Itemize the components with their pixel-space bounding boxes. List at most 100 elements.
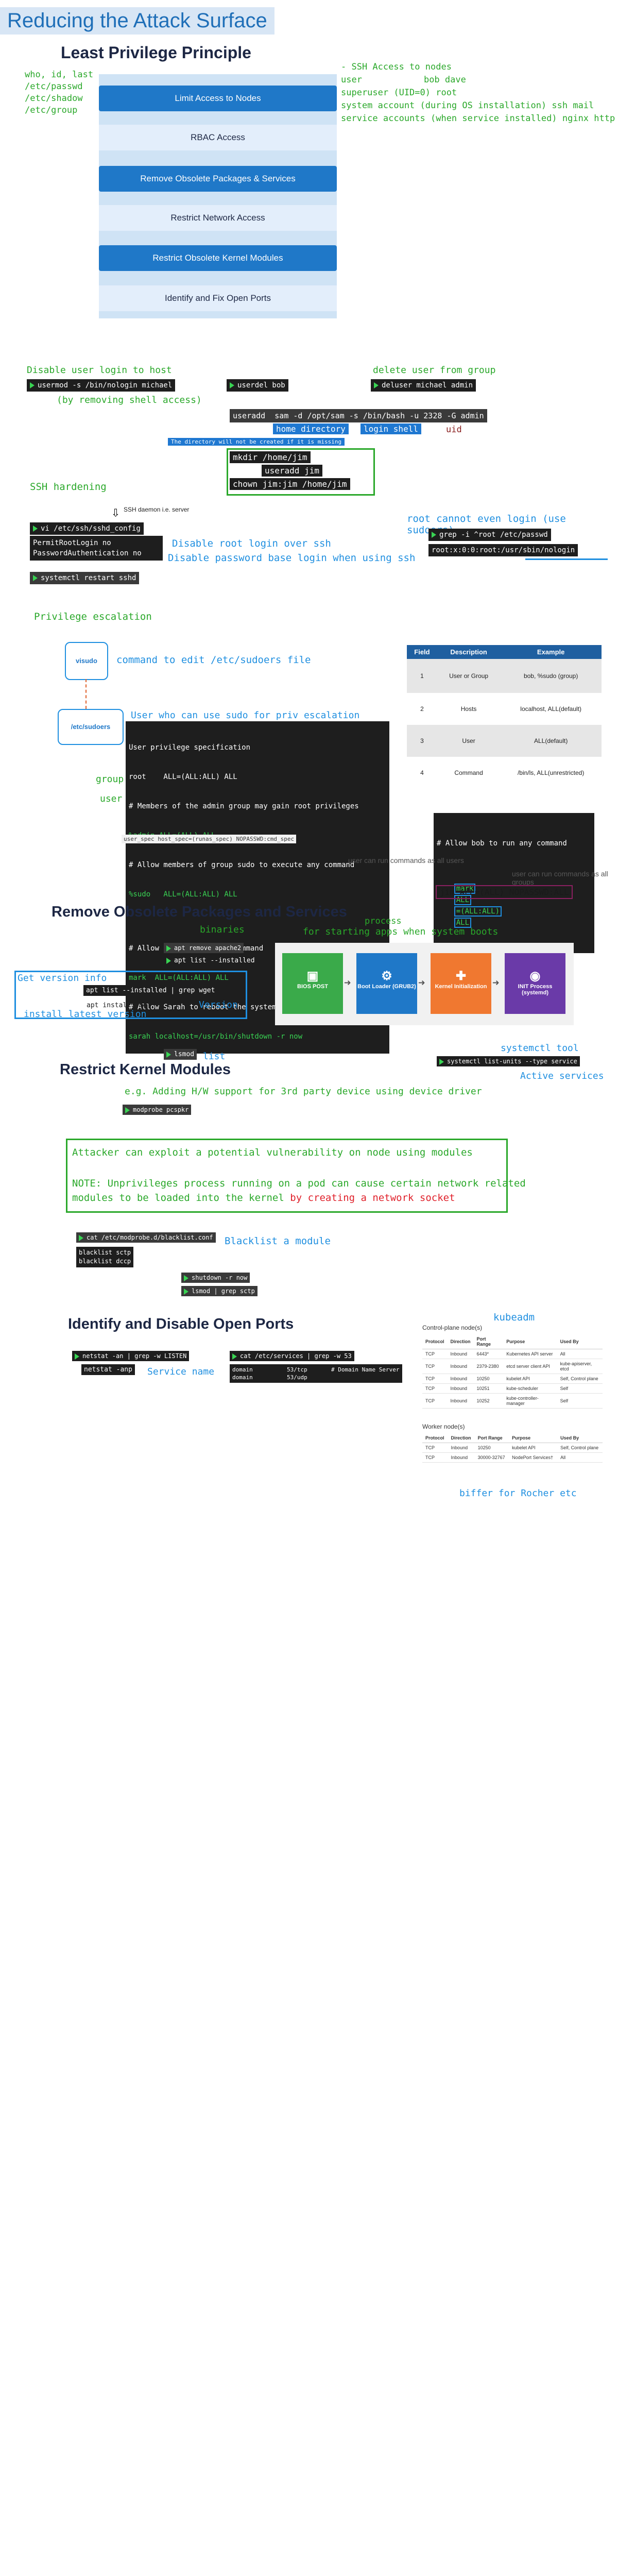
visudo-icon: visudo (65, 642, 108, 680)
td: 10250 (474, 1443, 509, 1453)
th: Example (500, 645, 602, 659)
td: etcd server client API (503, 1359, 557, 1374)
play-icon (232, 1353, 237, 1360)
play-icon (75, 1353, 79, 1360)
grep-wget-command: apt list --installed | grep wget (83, 985, 218, 996)
apt-list-command: apt list --installed (164, 955, 258, 966)
td: All (557, 1452, 603, 1463)
uid-label: uid (446, 425, 462, 435)
sudo-note: User who can use sudo for priv escalatio… (131, 710, 360, 721)
th: Port Range (474, 1433, 509, 1443)
useradd-jim-command: useradd jim (262, 465, 322, 477)
all-groups-note: user can run commands as all groups (512, 870, 608, 886)
stack-kernel[interactable]: Restrict Obsolete Kernel Modules (99, 245, 337, 271)
page-title: Reducing the Attack Surface (0, 7, 274, 35)
td: Self (557, 1393, 603, 1409)
sudoers-line: %sudo ALL=(ALL:ALL) ALL (129, 890, 237, 899)
td: 3 (407, 725, 437, 757)
install-latest-label: install latest version (24, 1009, 147, 1020)
td: kube-controller-manager (503, 1393, 557, 1409)
gear-icon: ⚙ (381, 969, 392, 983)
ssh-note: service accounts (when service installed… (341, 113, 615, 124)
lp-heading: Least Privilege Principle (61, 43, 251, 62)
usermod-command: usermod -s /bin/nologin michael (27, 379, 176, 392)
arrow-right-icon: ➜ (492, 977, 500, 990)
chown-command: chown jim:jim /home/jim (230, 478, 350, 490)
deluser-command: deluser michael admin (371, 379, 476, 392)
td: kube-apiserver, etcd (557, 1359, 603, 1374)
td: Hosts (460, 705, 477, 713)
arrow-right-icon: ➜ (344, 977, 351, 990)
login-shell-label: login shell (360, 423, 421, 434)
ssh-note-root: Disable root login over ssh (172, 538, 331, 549)
td: TCP (422, 1359, 448, 1374)
lp-files: who, id, last /etc/passwd /etc/shadow /e… (25, 69, 93, 116)
th: Port Range (473, 1334, 504, 1349)
boot-step-grub: ⚙ Boot Loader (GRUB2) (356, 953, 417, 1014)
td: Inbound (447, 1393, 474, 1409)
th: Field (407, 645, 437, 659)
lp-file: /etc/group (25, 105, 78, 115)
sudoers-line: root ALL=(ALL:ALL) ALL (129, 773, 237, 781)
active-services-label: Active services (520, 1071, 604, 1081)
list-units-command: systemctl list-units --type service (437, 1056, 580, 1066)
play-icon (33, 526, 38, 532)
config-line: PermitRootLogin no (33, 539, 111, 547)
boot-note: for starting apps when system boots (303, 926, 499, 937)
restart-sshd-command: systemctl restart sshd (30, 572, 140, 584)
td: 2 (420, 705, 424, 713)
allow-part-runas: =(ALL:ALL) (454, 906, 502, 917)
process-icon: ◉ (529, 969, 541, 983)
lp-file: /etc/shadow (25, 93, 83, 104)
th: Protocol (422, 1433, 448, 1443)
services-command: cat /etc/services | grep -w 53 (230, 1351, 354, 1361)
td: Inbound (448, 1443, 475, 1453)
play-icon (432, 532, 436, 538)
sudoers-line: # Allow members of group sudo to execute… (129, 861, 355, 869)
blacklist-line: blacklist dccp (79, 1258, 131, 1265)
kubeadm-label: kubeadm (493, 1312, 535, 1323)
td: 6443* (473, 1349, 504, 1359)
td: TCP (422, 1349, 448, 1359)
attack-note-1: Attacker can exploit a potential vulnera… (72, 1147, 473, 1158)
services-line: domain 53/tcp # Domain Name Server (232, 1366, 400, 1373)
td: 30000-32767 (474, 1452, 509, 1463)
jim-sudo-line: jim ALL=(ALL) NOPASSWD:ALL (436, 885, 573, 899)
config-line: PasswordAuthentication no (33, 549, 142, 557)
worker-port-table: Protocol Direction Port Range Purpose Used B… (422, 1433, 603, 1463)
security-stack: Limit Access to Nodes RBAC Access Remove… (99, 74, 337, 318)
stack-rbac[interactable]: RBAC Access (99, 125, 337, 150)
td: 10252 (473, 1393, 504, 1409)
kernel-heading: Restrict Kernel Modules (60, 1061, 231, 1078)
ssh-note: - SSH Access to nodes (341, 62, 452, 72)
sudoers-icon: /etc/sudoers (58, 709, 124, 745)
play-icon (30, 382, 35, 388)
sudoers-line: # Members of the admin group may gain ro… (129, 802, 359, 810)
stack-ports[interactable]: Identify and Fix Open Ports (99, 285, 337, 311)
stack-remove-packages[interactable]: Remove Obsolete Packages & Services (99, 166, 337, 192)
lsmod-command: lsmod (164, 1049, 197, 1060)
services-line: domain 53/udp (232, 1374, 307, 1381)
rancher-note: biffer for Rocher etc (459, 1488, 577, 1499)
play-icon (439, 1058, 444, 1065)
td: TCP (422, 1452, 448, 1463)
kernel-icon: ✚ (455, 969, 467, 983)
td: TCP (422, 1443, 448, 1453)
blacklist-content: blacklist sctp blacklist dccp (76, 1247, 134, 1267)
play-icon (374, 382, 379, 388)
ssh-note-password: Disable password base login when using s… (168, 552, 416, 564)
stack-limit-access[interactable]: Limit Access to Nodes (99, 86, 337, 111)
boot-step-bios: ▣ BIOS POST (282, 953, 343, 1014)
td: User or Group (437, 659, 501, 693)
td: Self, Control plane (557, 1374, 603, 1384)
sshd-config-content: PermitRootLogin no PasswordAuthentication… (30, 536, 163, 561)
play-icon (125, 1107, 130, 1113)
ssh-note: user bob dave (341, 75, 466, 85)
th: Used By (557, 1334, 603, 1349)
td: Inbound (447, 1374, 474, 1384)
th: Description (437, 645, 501, 659)
td: TCP (422, 1393, 448, 1409)
home-dir-label: home directory (273, 423, 349, 434)
stack-network[interactable]: Restrict Network Access (99, 205, 337, 231)
userdel-command: userdel bob (227, 379, 288, 392)
